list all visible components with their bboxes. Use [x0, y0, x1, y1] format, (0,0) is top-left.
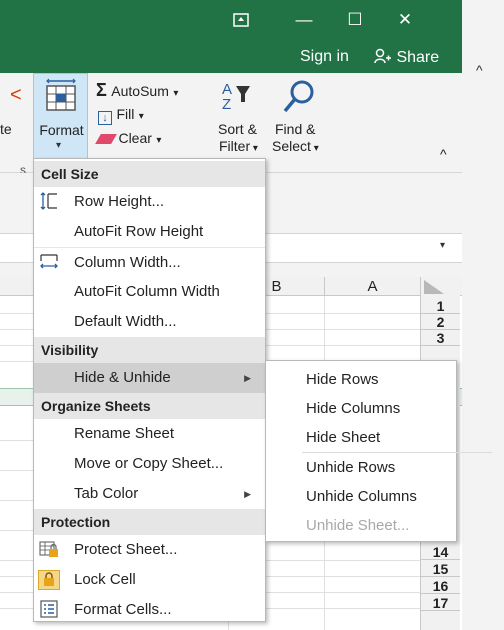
- select-all-corner[interactable]: [420, 277, 460, 296]
- partial-label: te: [0, 121, 12, 137]
- clear-label: Clear: [118, 130, 152, 146]
- sort-filter-label-text: Filter: [219, 138, 251, 154]
- fill-button[interactable]: ↓ Fill ▾: [98, 106, 144, 125]
- autosum-button[interactable]: Σ AutoSum ▾: [96, 80, 178, 101]
- section-cell-size: Cell Size: [34, 161, 265, 187]
- menu-item-autofit-column-width[interactable]: AutoFit Column Width: [34, 277, 265, 307]
- find-select-label-1: Find &: [275, 121, 316, 137]
- minimize-button[interactable]: —: [281, 0, 327, 40]
- menu-item-row-height[interactable]: Row Height...: [34, 187, 265, 217]
- find-select-label-text: Select: [272, 138, 311, 154]
- svg-text:Z: Z: [222, 96, 231, 113]
- format-caret-icon: ▾: [56, 140, 62, 151]
- lock-cell-label: Lock Cell: [74, 571, 136, 588]
- find-select-label-2: Select ▾: [272, 138, 319, 154]
- hide-unhide-label: Hide & Unhide: [74, 369, 171, 386]
- maximize-button[interactable]: ☐: [332, 0, 378, 40]
- submenu-item-unhide-columns[interactable]: Unhide Columns: [266, 482, 456, 511]
- submenu-item-hide-sheet[interactable]: Hide Sheet: [266, 423, 456, 452]
- menu-item-format-cells[interactable]: Format Cells...: [34, 595, 265, 625]
- submenu-arrow-icon: ▶: [244, 489, 251, 499]
- section-organize-sheets: Organize Sheets: [34, 393, 265, 419]
- menu-item-lock-cell[interactable]: Lock Cell: [34, 565, 265, 595]
- fill-label: Fill: [116, 106, 135, 122]
- protect-sheet-icon: [38, 540, 60, 560]
- share-label: Share: [396, 49, 440, 66]
- submenu-item-unhide-sheet: Unhide Sheet...: [306, 517, 410, 534]
- submenu-item-hide-columns[interactable]: Hide Columns: [266, 394, 456, 423]
- menu-item-rename-sheet[interactable]: Rename Sheet: [34, 419, 265, 449]
- ribbon-collapse-icon[interactable]: ^: [440, 146, 447, 162]
- section-visibility: Visibility: [34, 337, 265, 363]
- format-cells-icon: [38, 600, 60, 620]
- format-button[interactable]: Format ▾: [33, 73, 88, 161]
- submenu-item-hide-rows[interactable]: Hide Rows: [266, 365, 456, 394]
- magnifier-icon: [283, 80, 314, 113]
- column-width-label: Column Width...: [74, 254, 181, 271]
- lock-icon: [38, 570, 60, 590]
- partial-icon: <: [10, 84, 22, 106]
- share-button[interactable]: Share: [374, 48, 439, 67]
- fill-caret-icon: ▾: [138, 111, 144, 122]
- protect-sheet-label: Protect Sheet...: [74, 541, 178, 558]
- menu-item-tab-color[interactable]: Tab Color ▶: [34, 479, 265, 509]
- rename-sheet-label: Rename Sheet: [74, 425, 175, 442]
- format-cells-label: Format Cells...: [74, 601, 172, 618]
- menu-item-column-width[interactable]: Column Width...: [34, 247, 265, 277]
- sigma-icon: Σ: [96, 80, 107, 100]
- menu-item-hide-unhide[interactable]: Hide & Unhide ▶: [34, 363, 265, 393]
- menu-item-autofit-row-height[interactable]: AutoFit Row Height: [34, 217, 265, 247]
- row-height-label: Row Height...: [74, 193, 165, 210]
- scroll-strip: [462, 0, 504, 630]
- ribbon-display-options-icon[interactable]: [218, 0, 264, 40]
- row-height-icon: [38, 192, 60, 212]
- format-icon: [46, 78, 76, 111]
- autosum-label: AutoSum: [111, 83, 169, 99]
- share-icon: [374, 48, 391, 64]
- row-header-3[interactable]: 3: [420, 330, 460, 346]
- find-select-button[interactable]: [280, 78, 318, 123]
- row-header-16[interactable]: 16: [420, 578, 460, 594]
- format-label: Format: [39, 122, 84, 138]
- menu-item-default-width[interactable]: Default Width...: [34, 307, 265, 337]
- row-header-14[interactable]: 14: [420, 544, 460, 560]
- sort-filter-label-1: Sort &: [218, 121, 257, 137]
- formula-expand-icon[interactable]: ▾: [440, 240, 445, 251]
- menu-item-protect-sheet[interactable]: Protect Sheet...: [34, 535, 265, 565]
- fill-down-icon: ↓: [98, 111, 112, 125]
- sign-in-link[interactable]: Sign in: [300, 48, 349, 66]
- close-button[interactable]: ✕: [382, 0, 428, 40]
- column-width-icon: [38, 253, 60, 273]
- collapse-ribbon-caret-icon[interactable]: ^: [476, 62, 483, 78]
- row-header-17[interactable]: 17: [420, 595, 460, 611]
- autofit-row-label: AutoFit Row Height: [74, 223, 204, 240]
- hide-unhide-submenu: Hide Rows Hide Columns Hide Sheet Unhide…: [265, 360, 492, 542]
- tab-color-label: Tab Color: [74, 485, 139, 502]
- sort-filter-icon: A Z: [222, 81, 250, 113]
- default-width-label: Default Width...: [74, 313, 177, 330]
- column-header-a[interactable]: A: [324, 277, 420, 296]
- menu-item-move-copy-sheet[interactable]: Move or Copy Sheet...: [34, 449, 265, 479]
- row-header-1[interactable]: 1: [420, 298, 460, 314]
- row-header-2[interactable]: 2: [420, 314, 460, 330]
- autosum-caret-icon: ▾: [173, 88, 179, 99]
- section-protection: Protection: [34, 509, 265, 535]
- clear-button[interactable]: Clear ▾: [95, 130, 162, 148]
- clear-caret-icon: ▾: [156, 135, 162, 146]
- move-copy-label: Move or Copy Sheet...: [74, 455, 224, 472]
- autofit-column-label: AutoFit Column Width: [74, 283, 220, 300]
- row-header-15[interactable]: 15: [420, 561, 460, 577]
- submenu-arrow-icon: ▶: [244, 373, 251, 383]
- submenu-item-unhide-rows[interactable]: Unhide Rows: [266, 453, 456, 482]
- eraser-icon: [95, 134, 117, 144]
- sort-filter-label-2: Filter ▾: [219, 138, 258, 154]
- title-bar: — ☐ ✕: [0, 0, 462, 40]
- format-dropdown-menu: Cell Size Row Height... AutoFit Row Heig…: [33, 158, 266, 622]
